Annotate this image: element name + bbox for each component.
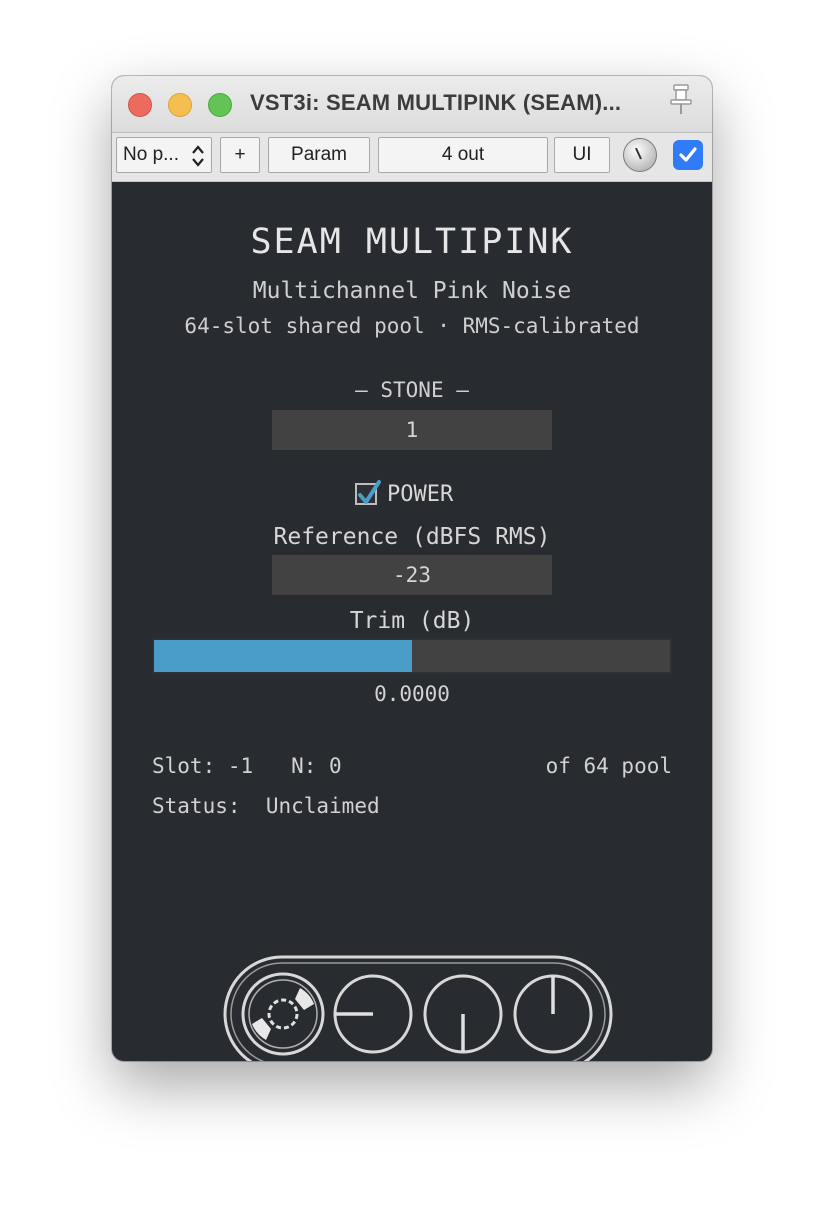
- preset-select-label: No p...: [123, 144, 179, 165]
- plugin-panel: SEAM MULTIPINK Multichannel Pink Noise 6…: [112, 182, 712, 1061]
- trim-slider-fill: [154, 640, 412, 672]
- reference-label: Reference (dBFS RMS): [273, 524, 551, 550]
- chevron-updown-icon: [192, 145, 204, 167]
- pool-size-label: of 64 pool: [545, 754, 672, 778]
- bypass-checkbox[interactable]: [673, 140, 703, 170]
- plugin-window: VST3i: SEAM MULTIPINK (SEAM)... No p... …: [112, 76, 712, 1061]
- checkmark-icon: [679, 147, 697, 162]
- stone-label: — STONE —: [355, 378, 469, 402]
- param-button[interactable]: Param: [268, 137, 370, 173]
- pin-icon[interactable]: [668, 82, 694, 116]
- reference-field[interactable]: -23: [272, 555, 552, 595]
- n-label: N: 0: [291, 754, 342, 778]
- power-label: POWER: [387, 481, 454, 507]
- io-routing-button[interactable]: 4 out: [378, 137, 548, 173]
- add-preset-button[interactable]: +: [220, 137, 260, 173]
- slot-readout: Slot: -1 N: 0: [152, 754, 342, 778]
- zoom-button[interactable]: [208, 93, 232, 117]
- trim-label: Trim (dB): [349, 608, 475, 634]
- title-bar[interactable]: VST3i: SEAM MULTIPINK (SEAM)...: [112, 76, 712, 133]
- wet-knob[interactable]: [623, 138, 657, 172]
- close-button[interactable]: [128, 93, 152, 117]
- trim-value: 0.0000: [374, 682, 450, 706]
- ui-button[interactable]: UI: [554, 137, 610, 173]
- power-checkbox[interactable]: [355, 480, 381, 505]
- minimize-button[interactable]: [168, 93, 192, 117]
- stone-field[interactable]: 1: [272, 410, 552, 450]
- plugin-tagline: 64-slot shared pool · RMS-calibrated: [184, 314, 640, 338]
- preset-select[interactable]: No p...: [116, 137, 212, 173]
- status-label: Status:: [152, 794, 241, 818]
- window-title: VST3i: SEAM MULTIPINK (SEAM)...: [250, 90, 622, 115]
- vendor-logo-icon: [223, 955, 613, 1061]
- checkmark-icon: [358, 480, 381, 504]
- power-toggle[interactable]: POWER: [355, 478, 453, 510]
- plugin-title: SEAM MULTIPINK: [250, 222, 574, 262]
- plugin-toolbar: No p... + Param 4 out UI: [112, 133, 712, 182]
- status-value: Unclaimed: [265, 794, 380, 818]
- slot-label: Slot: -1: [152, 754, 254, 778]
- status-readout: Status: Unclaimed: [152, 794, 380, 818]
- plugin-subtitle: Multichannel Pink Noise: [252, 278, 572, 304]
- trim-slider[interactable]: [152, 638, 672, 674]
